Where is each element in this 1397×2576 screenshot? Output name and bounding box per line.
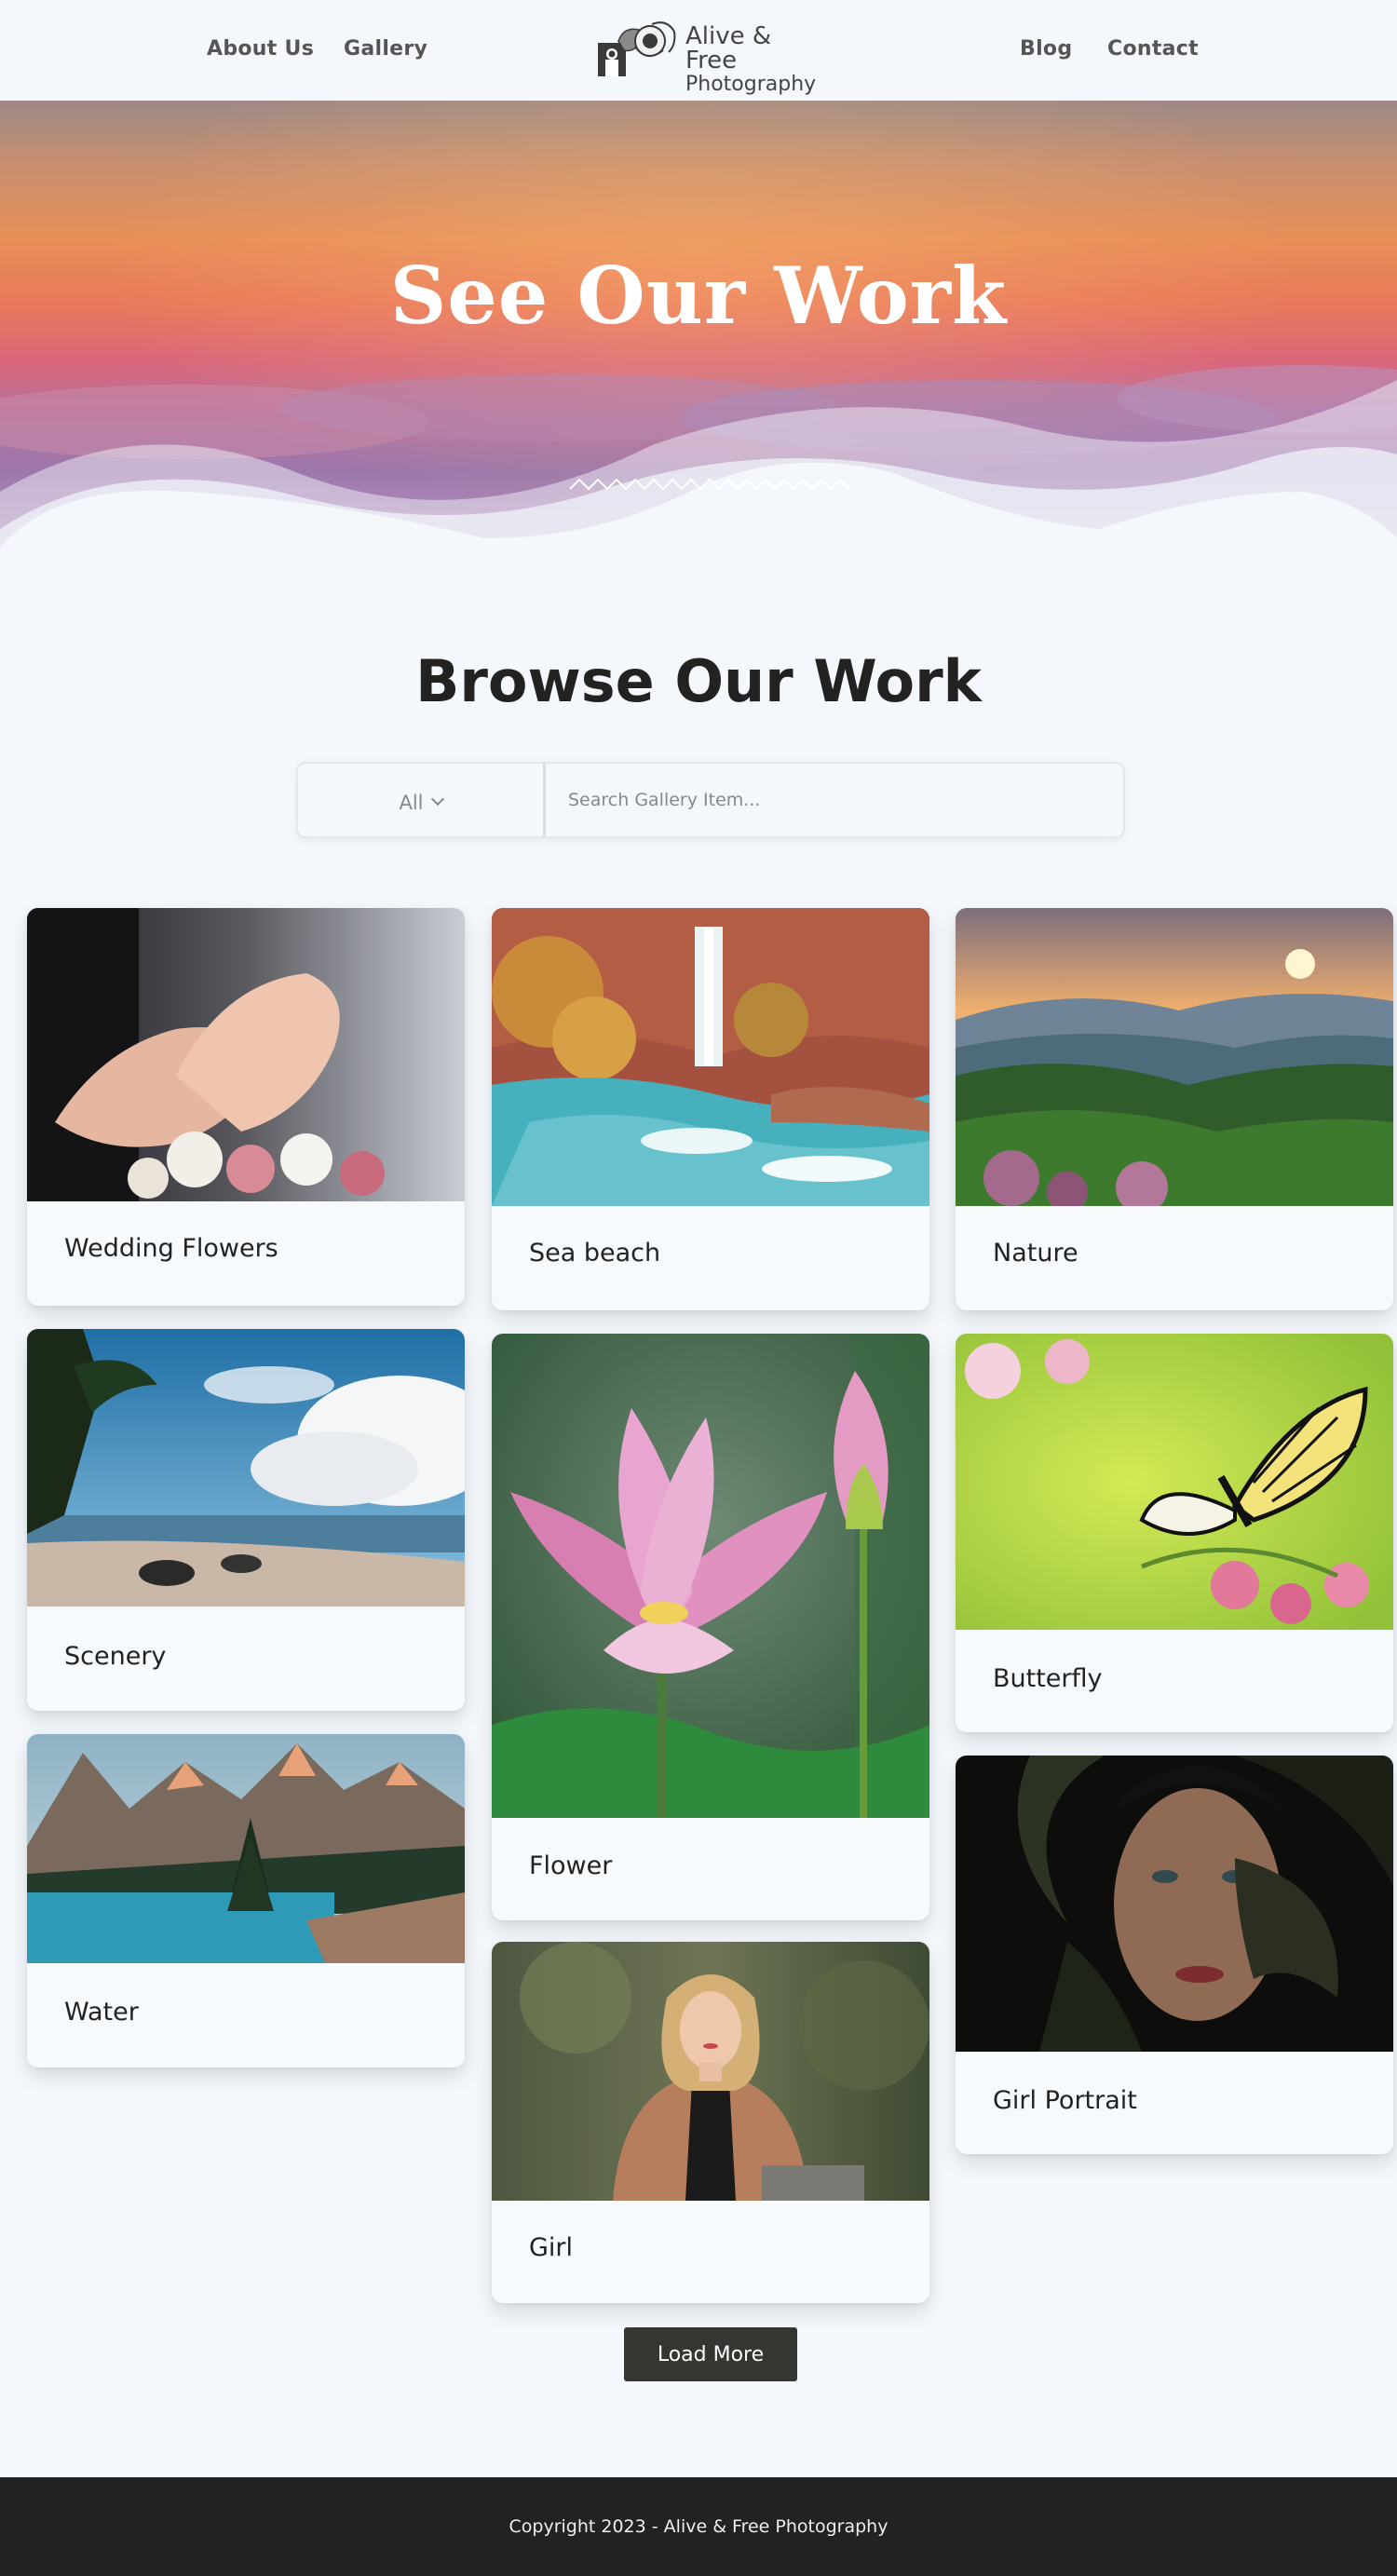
gallery-card-butterfly[interactable]: Butterfly — [956, 1334, 1393, 1732]
nav-contact[interactable]: Contact — [1107, 37, 1199, 61]
gallery-image — [27, 1329, 465, 1607]
gallery-card-girl-portrait[interactable]: Girl Portrait — [956, 1756, 1393, 2154]
load-more-button[interactable]: Load More — [624, 2327, 797, 2381]
card-title: Sea beach — [529, 1239, 661, 1268]
hero-banner: See Our Work — [0, 101, 1397, 566]
logo-subtitle: Photography — [685, 73, 817, 96]
logo-title: Alive & Free — [685, 22, 772, 75]
gallery-image — [492, 908, 929, 1206]
gallery-card-nature[interactable]: Nature — [956, 908, 1393, 1310]
gallery-card-girl[interactable]: Girl — [492, 1942, 929, 2303]
card-title: Wedding Flowers — [64, 1234, 278, 1263]
gallery-image — [27, 908, 465, 1201]
gallery-card-wedding-flowers[interactable]: Wedding Flowers — [27, 908, 465, 1306]
site-header: About Us Gallery Alive & Free Photograph… — [0, 0, 1397, 101]
copyright-text: Copyright 2023 - Alive & Free Photograph… — [509, 2516, 888, 2537]
site-logo[interactable]: Alive & Free Photography — [596, 19, 829, 95]
gallery-image — [956, 1756, 1393, 2052]
gallery-image — [956, 1334, 1393, 1630]
nav-blog[interactable]: Blog — [1020, 37, 1072, 61]
gallery-image — [956, 908, 1393, 1206]
gallery-card-flower[interactable]: Flower — [492, 1334, 929, 1920]
nav-gallery[interactable]: Gallery — [344, 37, 427, 61]
gallery-image — [492, 1942, 929, 2201]
card-title: Water — [64, 1998, 139, 2027]
camera-logo-icon — [598, 21, 676, 76]
card-title: Girl Portrait — [993, 2086, 1137, 2115]
hero-title: See Our Work — [389, 250, 1008, 342]
nav-about-us[interactable]: About Us — [207, 37, 314, 61]
gallery-card-sea-beach[interactable]: Sea beach — [492, 908, 929, 1310]
search-bar: All — [296, 762, 1125, 838]
gallery-card-water[interactable]: Water — [27, 1734, 465, 2068]
card-title: Scenery — [64, 1642, 167, 1671]
filter-selected-value: All — [399, 792, 424, 814]
chevron-down-icon — [430, 792, 444, 807]
card-title: Flower — [529, 1851, 613, 1880]
card-title: Butterfly — [993, 1664, 1103, 1693]
gallery-card-scenery[interactable]: Scenery — [27, 1329, 465, 1711]
zigzag-divider — [570, 478, 849, 491]
gallery-image — [492, 1334, 929, 1818]
card-title: Girl — [529, 2233, 574, 2262]
section-title: Browse Our Work — [415, 647, 982, 715]
category-filter[interactable]: All — [298, 764, 546, 836]
gallery-image — [27, 1734, 465, 1963]
search-input[interactable] — [549, 764, 1123, 836]
site-footer: Copyright 2023 - Alive & Free Photograph… — [0, 2477, 1397, 2576]
card-title: Nature — [993, 1239, 1078, 1268]
